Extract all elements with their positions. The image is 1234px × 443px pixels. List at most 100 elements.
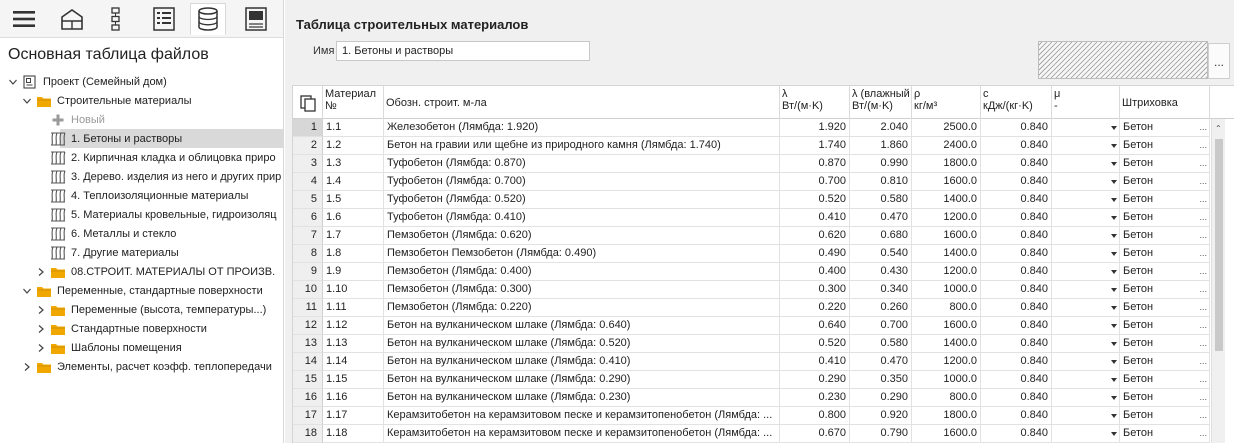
table-row[interactable]: 8 1.8 Пемзобетон Пемзобетон (Лямбда: 0.490… (293, 245, 1234, 263)
cell-mu[interactable] (1052, 245, 1120, 263)
cell-hatch[interactable]: Бетон... (1120, 317, 1210, 335)
header-corner[interactable] (293, 86, 323, 119)
dropdown-arrow-icon[interactable] (1111, 180, 1117, 184)
row-number[interactable]: 8 (293, 245, 323, 263)
table-row[interactable]: 10 1.10 Пемзобетон (Лямбда: 0.300) 0.300 0.3… (293, 281, 1234, 299)
header-designation[interactable]: Обозн. строит. м-ла (384, 86, 780, 119)
row-number[interactable]: 5 (293, 191, 323, 209)
cell-rho[interactable]: 800.0 (912, 389, 981, 407)
row-number[interactable]: 9 (293, 263, 323, 281)
table-row[interactable]: 15 1.15 Бетон на вулканическом шлаке (Лямб… (293, 371, 1234, 389)
cell-mu[interactable] (1052, 371, 1120, 389)
cell-mu[interactable] (1052, 119, 1120, 137)
cell-mu[interactable] (1052, 281, 1120, 299)
cell-lambda[interactable]: 0.870 (780, 155, 850, 173)
hatch-dots-button[interactable]: ... (1199, 173, 1207, 190)
cell-hatch[interactable]: Бетон... (1120, 137, 1210, 155)
tree-item[interactable]: 1. Бетоны и растворы (0, 129, 283, 148)
structure-button[interactable] (98, 3, 134, 35)
hatch-dots-button[interactable]: ... (1199, 209, 1207, 226)
table-row[interactable]: 16 1.16 Бетон на вулканическом шлаке (Лямб… (293, 389, 1234, 407)
row-number[interactable]: 11 (293, 299, 323, 317)
cell-lambda[interactable]: 0.300 (780, 281, 850, 299)
table-row[interactable]: 14 1.14 Бетон на вулканическом шлаке (Лямб… (293, 353, 1234, 371)
table-row[interactable]: 5 1.5 Туфобетон (Лямбда: 0.520) 0.520 0.580 1… (293, 191, 1234, 209)
cell-mu[interactable] (1052, 263, 1120, 281)
row-number[interactable]: 17 (293, 407, 323, 425)
hatch-dots-button[interactable]: ... (1199, 263, 1207, 280)
cell-hatch[interactable]: Бетон... (1120, 281, 1210, 299)
cell-lambda-wet[interactable]: 2.040 (850, 119, 912, 137)
cell-material-number[interactable]: 1.6 (323, 209, 384, 227)
cell-rho[interactable]: 1600.0 (912, 317, 981, 335)
cell-designation[interactable]: Бетон на вулканическом шлаке (Лямбда: 0.… (384, 371, 780, 389)
hatch-dots-button[interactable]: ... (1199, 317, 1207, 334)
cell-rho[interactable]: 1800.0 (912, 155, 981, 173)
table-row[interactable]: 7 1.7 Пемзобетон (Лямбда: 0.620) 0.620 0.680… (293, 227, 1234, 245)
table-row[interactable]: 1 1.1 Железобетон (Лямбда: 1.920) 1.920 2.04… (293, 119, 1234, 137)
cell-c[interactable]: 0.840 (981, 389, 1052, 407)
header-c[interactable]: c кДж/(кг·K) (981, 86, 1052, 119)
cell-designation[interactable]: Туфобетон (Лямбда: 0.520) (384, 191, 780, 209)
cell-lambda-wet[interactable]: 0.680 (850, 227, 912, 245)
cell-rho[interactable]: 1000.0 (912, 281, 981, 299)
cell-designation[interactable]: Бетон на гравии или щебне из природного … (384, 137, 780, 155)
cell-lambda[interactable]: 1.920 (780, 119, 850, 137)
row-number[interactable]: 1 (293, 119, 323, 137)
cell-hatch[interactable]: Бетон... (1120, 245, 1210, 263)
cell-hatch[interactable]: Бетон... (1120, 425, 1210, 443)
cell-lambda-wet[interactable]: 0.580 (850, 335, 912, 353)
building-button[interactable] (54, 3, 90, 35)
chevron-down-icon[interactable] (8, 77, 18, 87)
cell-c[interactable]: 0.840 (981, 317, 1052, 335)
cell-material-number[interactable]: 1.17 (323, 407, 384, 425)
cell-mu[interactable] (1052, 335, 1120, 353)
cell-c[interactable]: 0.840 (981, 155, 1052, 173)
cell-rho[interactable]: 1400.0 (912, 191, 981, 209)
cell-designation[interactable]: Керамзитобетон на керамзитовом песке и к… (384, 425, 780, 443)
cell-material-number[interactable]: 1.2 (323, 137, 384, 155)
scrollbar-thumb[interactable] (1215, 139, 1223, 351)
cell-lambda-wet[interactable]: 0.260 (850, 299, 912, 317)
cell-hatch[interactable]: Бетон... (1120, 191, 1210, 209)
cell-hatch[interactable]: Бетон... (1120, 371, 1210, 389)
hatch-dots-button[interactable]: ... (1199, 281, 1207, 298)
cell-lambda-wet[interactable]: 0.340 (850, 281, 912, 299)
cell-lambda[interactable]: 0.220 (780, 299, 850, 317)
name-input[interactable]: 1. Бетоны и растворы (336, 41, 590, 61)
database-button[interactable] (190, 3, 226, 35)
cell-c[interactable]: 0.840 (981, 371, 1052, 389)
row-number[interactable]: 4 (293, 173, 323, 191)
cell-lambda-wet[interactable]: 0.350 (850, 371, 912, 389)
dropdown-arrow-icon[interactable] (1111, 396, 1117, 400)
header-lambda[interactable]: λ Вт/(м·K) (780, 86, 850, 119)
table-row[interactable]: 2 1.2 Бетон на гравии или щебне из природн… (293, 137, 1234, 155)
cell-designation[interactable]: Бетон на вулканическом шлаке (Лямбда: 0.… (384, 353, 780, 371)
cell-hatch[interactable]: Бетон... (1120, 155, 1210, 173)
cell-material-number[interactable]: 1.1 (323, 119, 384, 137)
cell-mu[interactable] (1052, 299, 1120, 317)
cell-mu[interactable] (1052, 155, 1120, 173)
hatch-dots-button[interactable]: ... (1199, 227, 1207, 244)
row-number[interactable]: 3 (293, 155, 323, 173)
scroll-up-icon[interactable]: ⌃ (1215, 124, 1222, 133)
hatch-dots-button[interactable]: ... (1199, 155, 1207, 172)
tree-item[interactable]: 7. Другие материалы (0, 243, 283, 262)
cell-lambda[interactable]: 0.620 (780, 227, 850, 245)
cell-lambda-wet[interactable]: 0.810 (850, 173, 912, 191)
dropdown-arrow-icon[interactable] (1111, 162, 1117, 166)
hatch-dots-button[interactable]: ... (1199, 389, 1207, 406)
row-number[interactable]: 12 (293, 317, 323, 335)
cell-mu[interactable] (1052, 353, 1120, 371)
cell-lambda-wet[interactable]: 0.990 (850, 155, 912, 173)
tree-item[interactable]: Шаблоны помещения (0, 338, 283, 357)
cell-material-number[interactable]: 1.16 (323, 389, 384, 407)
tree-item[interactable]: Новый (0, 110, 283, 129)
cell-c[interactable]: 0.840 (981, 299, 1052, 317)
dropdown-arrow-icon[interactable] (1111, 198, 1117, 202)
cell-rho[interactable]: 1400.0 (912, 245, 981, 263)
list-button[interactable] (146, 3, 182, 35)
cell-lambda[interactable]: 0.230 (780, 389, 850, 407)
hatch-dots-button[interactable]: ... (1199, 353, 1207, 370)
tree-item[interactable]: Проект (Семейный дом) (0, 72, 283, 91)
